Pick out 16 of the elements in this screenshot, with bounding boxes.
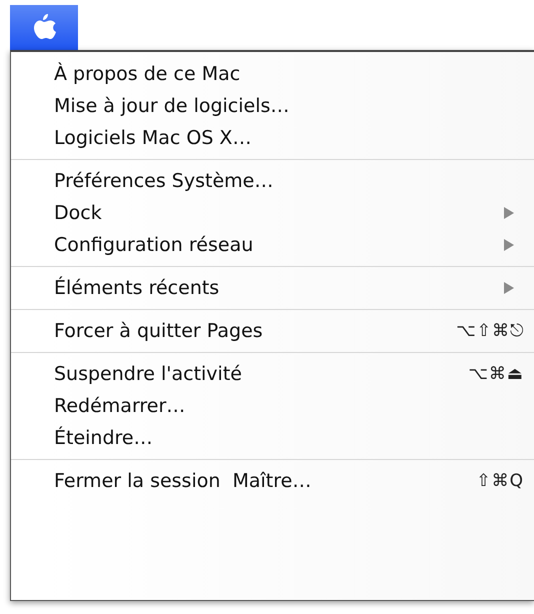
keyboard-shortcut: ⌥⇧⌘⎋ [456, 321, 524, 341]
apple-menu-button[interactable] [10, 5, 78, 50]
keyboard-shortcut: ⇧⌘Q [476, 471, 524, 491]
menu-item[interactable]: Configuration réseau [11, 229, 534, 261]
menu-item[interactable]: Forcer à quitter Pages ⌥⇧⌘⎋ [11, 315, 534, 347]
menu-item[interactable]: Fermer la session Maître… ⇧⌘Q [11, 465, 534, 497]
menu-item[interactable]: À propos de ce Mac [11, 58, 534, 90]
menu-item[interactable]: Éléments récents [11, 272, 534, 304]
menu-item[interactable]: Redémarrer… [11, 390, 534, 422]
menu-item[interactable]: Dock [11, 197, 534, 229]
menu-item[interactable]: Éteindre… [11, 422, 534, 454]
menu-item[interactable]: Suspendre l'activité ⌥⌘⏏ [11, 358, 534, 390]
menu-item[interactable]: Mise à jour de logiciels… [11, 90, 534, 122]
menu-item[interactable]: Logiciels Mac OS X… [11, 122, 534, 154]
keyboard-shortcut: ⌥⌘⏏ [468, 364, 524, 384]
menu-item[interactable]: Préférences Système… [11, 165, 534, 197]
